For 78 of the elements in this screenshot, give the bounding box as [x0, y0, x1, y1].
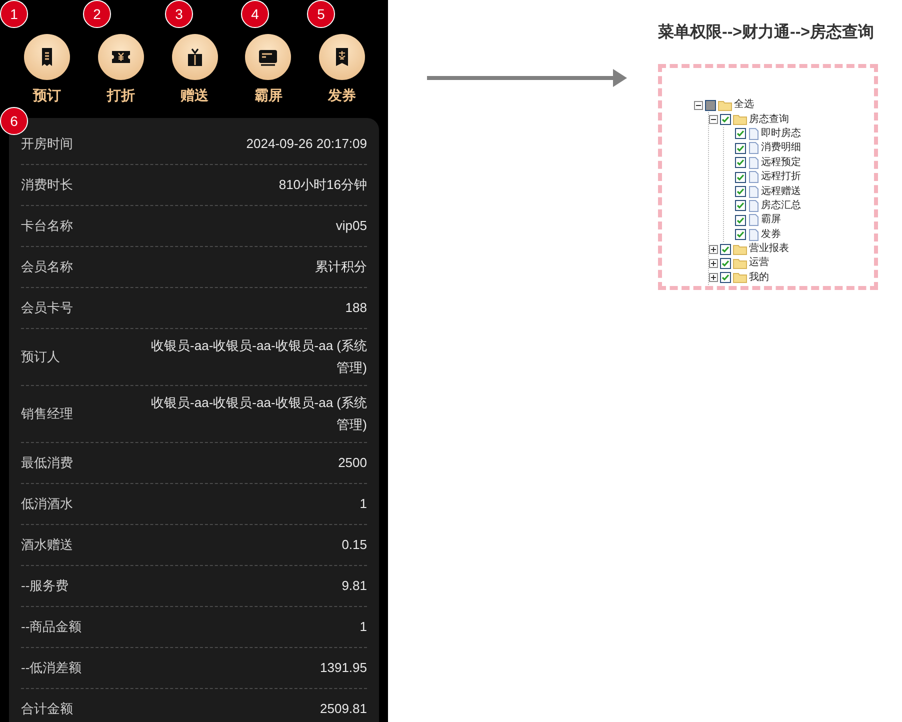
field-label: 开房时间	[21, 135, 73, 153]
tree-item-label[interactable]: 房态汇总	[761, 200, 801, 212]
number-badge: 6	[0, 107, 28, 135]
field-label: 销售经理	[21, 405, 73, 423]
tree-checkbox[interactable]	[735, 229, 746, 240]
tree-item-label[interactable]: 房态查询	[749, 114, 789, 126]
tree-checkbox[interactable]	[720, 114, 731, 126]
tree-item-label[interactable]: 远程打折	[761, 171, 801, 184]
collapse-toggle[interactable]	[709, 115, 718, 124]
field-label: 消费时长	[21, 176, 73, 194]
document-icon	[748, 200, 759, 212]
document-icon	[748, 156, 759, 169]
tree-checkbox[interactable]	[735, 186, 746, 198]
field-label: 会员名称	[21, 258, 73, 276]
tree-item-label[interactable]: 即时房态	[761, 128, 801, 140]
tree-item-label[interactable]: 发券	[761, 228, 781, 241]
tree-checkbox[interactable]	[720, 244, 731, 255]
field-value: 1	[360, 618, 367, 636]
folder-icon	[733, 114, 747, 126]
tree-checkbox[interactable]	[735, 128, 746, 140]
folder-icon	[733, 244, 747, 255]
tree-item-label[interactable]: 全选	[734, 99, 754, 112]
field-label: 酒水赠送	[21, 536, 73, 554]
field-value: 9.81	[342, 577, 367, 595]
document-icon	[748, 214, 759, 226]
document-icon	[748, 128, 759, 140]
field-value: 188	[345, 299, 367, 317]
field-value: 1	[360, 495, 367, 513]
tree-checkbox[interactable]	[735, 157, 746, 168]
field-label: 合计金额	[21, 700, 73, 718]
field-value: 收银员-aa-收银员-aa-收银员-aa (系统管理)	[150, 394, 367, 434]
tree-item-label[interactable]: 远程预定	[761, 156, 801, 169]
field-label: 预订人	[21, 348, 60, 366]
number-badge: 4	[241, 0, 269, 28]
field-label: 卡台名称	[21, 217, 73, 235]
field-value: 1391.95	[320, 659, 367, 677]
collapse-toggle[interactable]	[694, 100, 703, 110]
field-value: 810小时16分钟	[278, 176, 367, 194]
field-value: 收银员-aa-收银员-aa-收银员-aa (系统管理)	[150, 337, 367, 377]
field-value: 2024-09-26 20:17:09	[246, 135, 367, 153]
tree-checkbox[interactable]	[735, 200, 746, 212]
field-value: 2500	[338, 454, 367, 472]
number-badge: 3	[165, 0, 193, 28]
field-label: --服务费	[21, 577, 69, 595]
folder-icon	[733, 272, 747, 284]
expand-toggle[interactable]	[709, 273, 718, 282]
field-value: 2509.81	[320, 700, 367, 718]
field-label: --低消差额	[21, 659, 82, 677]
expand-toggle[interactable]	[709, 258, 718, 268]
tree-checkbox[interactable]	[735, 142, 746, 154]
expand-toggle[interactable]	[709, 244, 718, 254]
tree-checkbox[interactable]	[735, 172, 746, 183]
field-label: 最低消费	[21, 454, 73, 472]
number-badge: 5	[307, 0, 335, 28]
folder-icon	[733, 258, 747, 269]
folder-icon	[718, 100, 732, 111]
field-value: 累计积分	[315, 258, 367, 276]
tree-item-label[interactable]: 营业报表	[749, 243, 789, 256]
tree-item-label[interactable]: 我的	[749, 272, 769, 284]
tree-item-label[interactable]: 运营	[749, 257, 769, 270]
field-label: --商品金额	[21, 618, 82, 636]
tree-item-label[interactable]: 霸屏	[761, 214, 781, 226]
document-icon	[748, 186, 759, 198]
tree-checkbox[interactable]	[720, 258, 731, 269]
tree-item-label[interactable]: 远程赠送	[761, 186, 801, 198]
field-value: 0.15	[342, 536, 367, 554]
tree-checkbox[interactable]	[735, 214, 746, 226]
field-value: vip05	[336, 217, 367, 235]
number-badge: 2	[83, 0, 111, 28]
tree-checkbox[interactable]	[720, 272, 731, 284]
document-icon	[748, 142, 759, 154]
document-icon	[748, 171, 759, 184]
field-label: 会员卡号	[21, 299, 73, 317]
field-label: 低消酒水	[21, 495, 73, 513]
breadcrumb-title: 菜单权限-->财力通-->房态查询	[658, 22, 875, 43]
number-badge: 1	[0, 0, 28, 28]
tree-item-label[interactable]: 消费明细	[761, 142, 801, 154]
document-icon	[748, 228, 759, 241]
